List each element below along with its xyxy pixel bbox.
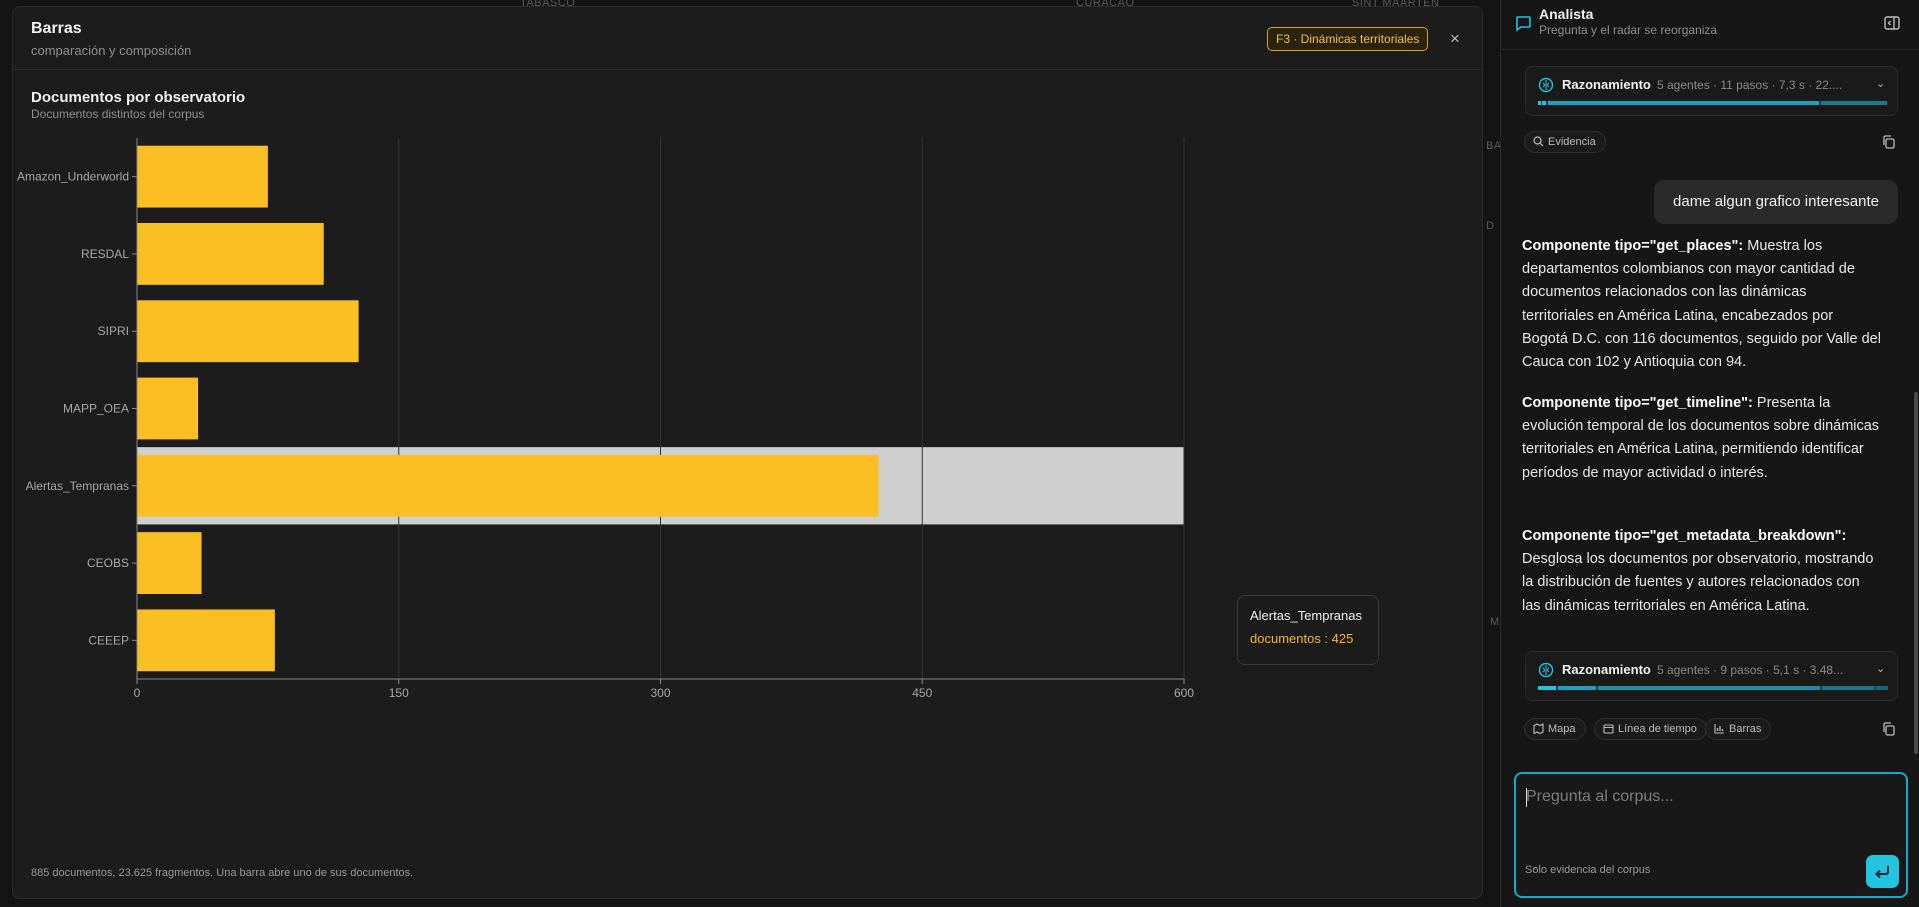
chat-icon [1516, 16, 1531, 32]
timeline-chip[interactable]: Línea de tiempo [1594, 718, 1707, 740]
modal-header: Barras comparación y composición F3 · Di… [13, 7, 1482, 70]
answer-paragraph: Componente tipo="get_timeline": Presenta… [1522, 392, 1882, 485]
reasoning-progress [1538, 101, 1888, 105]
y-tick-label: MAPP_OEA [63, 402, 129, 416]
reasoning-progress [1538, 686, 1888, 690]
chart-footer-note: 885 documentos, 23.625 fragmentos. Una b… [31, 867, 414, 879]
bar [137, 223, 324, 285]
chip-label: Barras [1729, 723, 1762, 735]
x-tick-label: 300 [650, 686, 670, 700]
reasoning-label: Razonamiento [1562, 77, 1651, 92]
brain-icon [1538, 77, 1554, 93]
send-button[interactable] [1866, 855, 1899, 888]
y-tick-label: CEOBS [87, 556, 129, 570]
panel-title: Analista [1539, 6, 1594, 22]
search-icon [1533, 136, 1544, 147]
question-input[interactable]: Pregunta al corpus... Solo evidencia del… [1514, 772, 1908, 898]
answer-label: Componente tipo="get_metadata_breakdown"… [1522, 528, 1847, 544]
answer-label: Componente tipo="get_places": [1522, 238, 1744, 254]
x-tick-label: 150 [389, 686, 409, 700]
chart-tooltip: Alertas_Tempranas documentos : 425 [1237, 595, 1379, 665]
bar-chart-icon [1714, 724, 1724, 734]
x-tick-label: 600 [1174, 686, 1194, 700]
y-tick-label: RESDAL [81, 247, 129, 261]
answer-label: Componente tipo="get_timeline": [1522, 395, 1753, 411]
close-icon[interactable]: × [1445, 29, 1465, 49]
map-icon [1533, 723, 1544, 735]
analyst-panel: Analista Pregunta y el radar se reorgani… [1500, 0, 1919, 907]
x-tick-label: 450 [912, 686, 932, 700]
bar [137, 532, 202, 594]
y-tick-label: CEEEP [88, 633, 129, 647]
brain-icon [1538, 662, 1554, 678]
bar [137, 300, 359, 363]
reasoning-summary[interactable]: Razonamiento 5 agentes · 11 pasos · 7,3 … [1525, 66, 1898, 116]
input-placeholder: Pregunta al corpus... [1526, 788, 1674, 805]
copy-icon[interactable] [1881, 721, 1897, 737]
panel-subtitle: Pregunta y el radar se reorganiza [1539, 23, 1718, 37]
y-tick-label: SIPRI [98, 324, 129, 338]
chevron-down-icon[interactable]: ⌄ [1876, 662, 1885, 675]
reasoning-summary[interactable]: Razonamiento 5 agentes · 9 pasos · 5,1 s… [1525, 651, 1898, 701]
reasoning-meta: 5 agentes · 9 pasos · 5,1 s · 3.48... [1657, 663, 1844, 677]
answer-paragraph: Componente tipo="get_places": Muestra lo… [1522, 235, 1882, 374]
enter-icon [1875, 866, 1889, 879]
modal-title: Barras [31, 20, 82, 37]
panel-header: Analista Pregunta y el radar se reorgani… [1501, 0, 1919, 50]
copy-icon[interactable] [1881, 134, 1897, 150]
map-label: D [1486, 220, 1495, 232]
chart-modal: Barras comparación y composición F3 · Di… [12, 6, 1483, 899]
answer-text: Muestra los departamentos colombianos co… [1522, 238, 1881, 371]
calendar-icon [1603, 724, 1614, 734]
user-message: dame algun grafico interesante [1654, 180, 1898, 224]
chevron-down-icon[interactable]: ⌄ [1876, 77, 1885, 90]
bar-chart: 0 150 300 450 600 Amazon_Underworld RESDAL SIPR… [17, 138, 1194, 700]
answer-paragraph: Componente tipo="get_metadata_breakdown"… [1522, 525, 1882, 618]
map-chip[interactable]: Mapa [1524, 718, 1586, 740]
topic-badge: F3 · Dinámicas territoriales [1267, 27, 1429, 51]
tooltip-category: Alertas_Tempranas [1250, 608, 1362, 623]
modal-subtitle: comparación y composición [31, 43, 192, 58]
chart-subtitle: Documentos distintos del corpus [31, 107, 205, 121]
panel-scrollbar[interactable] [1914, 392, 1918, 754]
reasoning-label: Razonamiento [1562, 662, 1651, 677]
chip-label: Línea de tiempo [1618, 723, 1697, 735]
bar [137, 377, 199, 440]
x-tick-label: 0 [134, 686, 141, 700]
chip-label: Mapa [1548, 723, 1576, 735]
y-tick-label: Alertas_Tempranas [26, 479, 129, 493]
bar [137, 145, 268, 208]
bar [137, 609, 275, 672]
chip-label: Evidencia [1548, 136, 1596, 148]
bar [137, 454, 879, 517]
collapse-panel-icon[interactable] [1883, 14, 1901, 32]
y-tick-label: Amazon_Underworld [17, 170, 129, 184]
map-label: M [1490, 616, 1500, 628]
evidence-chip[interactable]: Evidencia [1524, 131, 1606, 153]
bars-chip[interactable]: Barras [1705, 718, 1772, 740]
tooltip-value: documentos : 425 [1250, 631, 1354, 646]
chart-title: Documentos por observatorio [31, 89, 246, 106]
answer-text: Desglosa los documentos por observatorio… [1522, 551, 1874, 614]
reasoning-meta: 5 agentes · 11 pasos · 7,3 s · 22.... [1657, 78, 1843, 92]
input-note: Solo evidencia del corpus [1525, 864, 1651, 876]
